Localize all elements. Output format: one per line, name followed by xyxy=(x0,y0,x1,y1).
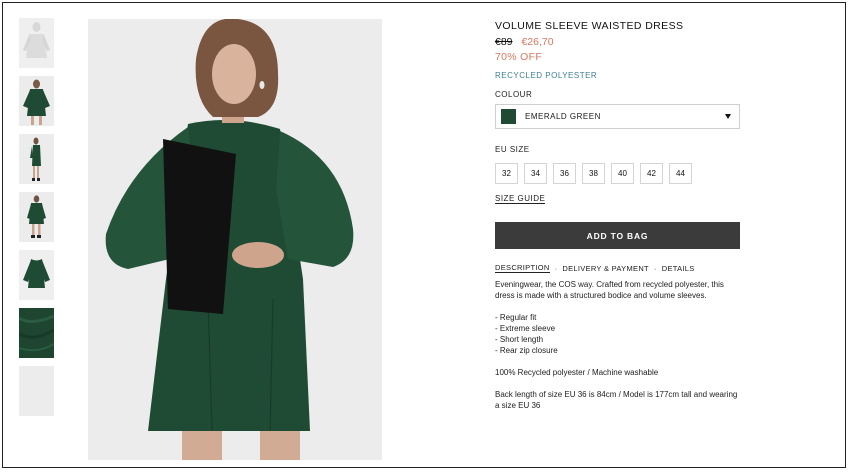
tab-delivery-payment[interactable]: DELIVERY & PAYMENT xyxy=(562,264,649,273)
thumbnail-1[interactable] xyxy=(19,18,54,68)
composition-text: 100% Recycled polyester / Machine washab… xyxy=(495,368,659,377)
size-option-34[interactable]: 34 xyxy=(524,163,547,184)
thumbnail-7[interactable] xyxy=(19,366,54,416)
product-info-panel: VOLUME SLEEVE WAISTED DRESS €89 €26,70 7… xyxy=(495,20,741,422)
tab-separator: · xyxy=(554,263,558,273)
size-option-44[interactable]: 44 xyxy=(669,163,692,184)
feature-item: - Regular fit xyxy=(495,313,537,322)
measurements-text: Back length of size EU 36 is 84cm / Mode… xyxy=(495,390,738,410)
feature-item: - Short length xyxy=(495,335,544,344)
add-to-bag-button[interactable]: ADD TO BAG xyxy=(495,222,740,249)
model-wearing-dress-image xyxy=(88,19,382,460)
size-label: EU SIZE xyxy=(495,145,530,154)
colour-selected-value: EMERALD GREEN xyxy=(525,112,601,121)
thumbnail-3[interactable] xyxy=(19,134,54,184)
feature-item: - Rear zip closure xyxy=(495,346,558,355)
feature-item: - Extreme sleeve xyxy=(495,324,556,333)
thumbnail-4[interactable] xyxy=(19,192,54,242)
colour-dropdown[interactable]: EMERALD GREEN xyxy=(495,104,740,129)
thumbnail-image-dress-flat xyxy=(19,250,54,300)
thumbnail-5[interactable] xyxy=(19,250,54,300)
tab-description[interactable]: DESCRIPTION xyxy=(495,263,550,273)
size-option-36[interactable]: 36 xyxy=(553,163,576,184)
colour-swatch xyxy=(501,109,516,124)
info-tabs: DESCRIPTION · DELIVERY & PAYMENT · DETAI… xyxy=(495,263,741,273)
thumbnail-image-fabric-detail xyxy=(19,308,54,358)
thumbnail-image-dress-front xyxy=(19,76,54,126)
thumbnail-2[interactable] xyxy=(19,76,54,126)
thumbnail-image-dress-back xyxy=(19,18,54,68)
size-selector: 32 34 36 38 40 42 44 xyxy=(495,163,741,184)
chevron-down-icon xyxy=(725,114,731,119)
price-row: €89 €26,70 xyxy=(495,36,741,48)
size-option-38[interactable]: 38 xyxy=(582,163,605,184)
size-option-32[interactable]: 32 xyxy=(495,163,518,184)
thumbnail-image-empty xyxy=(19,366,54,416)
sale-price: €26,70 xyxy=(521,36,554,48)
material-link[interactable]: RECYCLED POLYESTER xyxy=(495,71,741,80)
product-title: VOLUME SLEEVE WAISTED DRESS xyxy=(495,20,684,32)
original-price: €89 xyxy=(495,36,513,48)
thumbnail-6[interactable] xyxy=(19,308,54,358)
feature-list: - Regular fit - Extreme sleeve - Short l… xyxy=(495,312,741,356)
thumbnail-image-dress-side xyxy=(19,134,54,184)
size-option-42[interactable]: 42 xyxy=(640,163,663,184)
description-intro: Eveningwear, the COS way. Crafted from r… xyxy=(495,280,724,300)
colour-label: COLOUR xyxy=(495,90,533,99)
size-option-40[interactable]: 40 xyxy=(611,163,634,184)
thumbnail-image-dress-back-full xyxy=(19,192,54,242)
tab-separator: · xyxy=(653,263,657,273)
description-content: Eveningwear, the COS way. Crafted from r… xyxy=(495,279,741,411)
tab-details[interactable]: DETAILS xyxy=(662,264,695,273)
main-product-image[interactable] xyxy=(88,19,382,460)
size-guide-link[interactable]: SIZE GUIDE xyxy=(495,194,546,204)
discount-badge: 70% OFF xyxy=(495,51,543,63)
